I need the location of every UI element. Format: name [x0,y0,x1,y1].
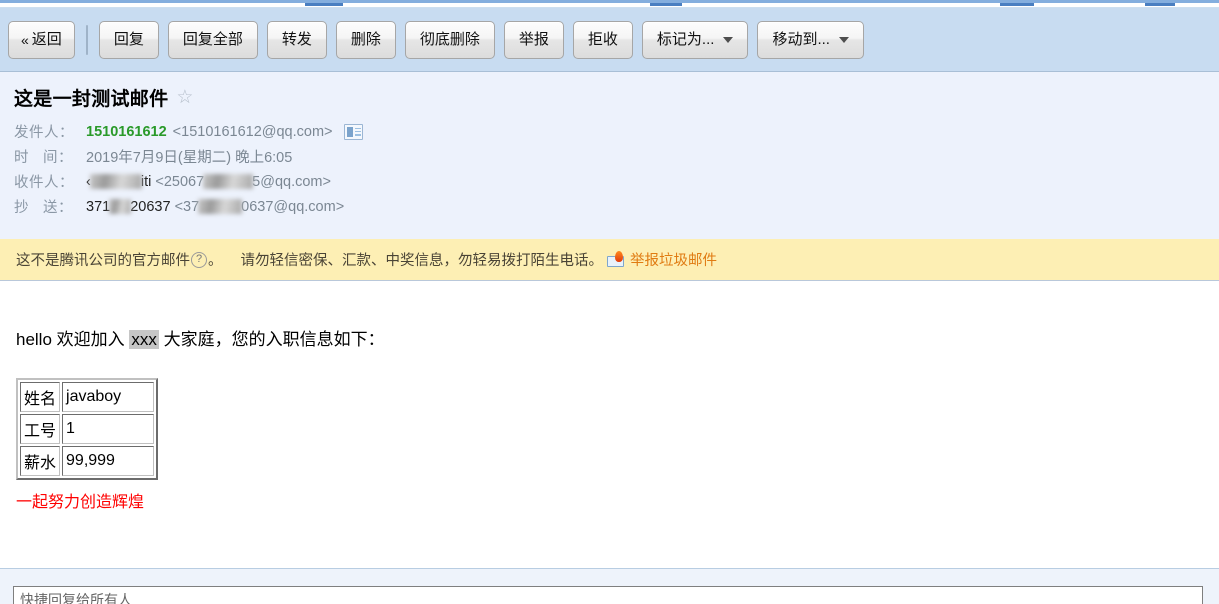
reply-button[interactable]: 回复 [98,20,159,59]
permanent-delete-button[interactable]: 彻底删除 [404,20,495,59]
cc-address: <37 0637@qq.com> [174,198,345,215]
toolbar-separator [85,24,88,55]
mail-subject: 这是一封测试邮件 [14,89,169,110]
cc-name: 371 20637 [86,198,171,215]
reply-all-button-label: 回复全部 [182,31,243,48]
redacted-block [109,199,132,215]
quick-reply-section: 快捷回复给所有人 [0,569,1219,604]
mark-as-button-label: 标记为... [656,31,715,48]
spam-report-icon [607,251,624,267]
permanent-delete-button-label: 彻底删除 [419,31,480,48]
flame-shape [615,251,623,262]
warning-text-after: 请勿轻信密保、汇款、中奖信息，勿轻易拨打陌生电话。 [240,253,604,269]
warning-text-before: 这不是腾讯公司的官方邮件 [16,253,190,269]
table-row: 工号 1 [20,414,155,445]
report-spam-link[interactable]: 举报垃圾邮件 [630,249,717,270]
table-cell-value: 1 [62,414,155,445]
greeting-line: hello 欢迎加入 xxx 大家庭，您的入职信息如下： [16,330,1219,350]
company-placeholder-highlight: xxx [129,330,159,349]
quick-reply-input[interactable]: 快捷回复给所有人 [13,586,1203,604]
to-label: 收件人： [14,175,74,191]
mark-as-dropdown-button[interactable]: 标记为... [641,20,749,59]
to-name: ‹ iti [86,173,152,190]
time-label: 时间： [14,150,73,166]
delete-button[interactable]: 删除 [335,20,396,59]
back-button-label: 返回 [31,31,62,48]
subject-row: 这是一封测试邮件 ☆ [14,84,1219,111]
mail-body: hello 欢迎加入 xxx 大家庭，您的入职信息如下： 姓名 javaboy … [0,282,1219,568]
table-cell-key: 工号 [20,414,61,445]
tab-stub [1145,3,1175,6]
to-row: 收件人： ‹ iti <25067 5@qq.com> [14,169,1219,194]
forward-button-label: 转发 [281,31,312,48]
to-address: <25067 5@qq.com> [155,173,331,190]
chevron-down-icon [723,36,734,43]
tab-stub [305,3,343,6]
contact-card-icon[interactable] [343,123,363,140]
back-button[interactable]: « 返回 [8,20,75,59]
report-button[interactable]: 举报 [503,20,564,59]
delete-button-label: 删除 [350,31,381,48]
cc-row: 抄送： 371 20637 <37 0637@qq.com> [14,194,1219,219]
time-row: 时间： 2019年7月9日(星期二) 晚上6:05 [14,144,1219,169]
chevron-down-icon [838,36,849,43]
from-name[interactable]: 1510161612 [86,124,167,140]
table-cell-value: 99,999 [62,446,155,477]
reply-button-label: 回复 [113,31,144,48]
mail-toolbar: « 返回 回复 回复全部 转发 删除 彻底删除 举报 拒收 标记为... 移动到… [0,8,1219,72]
official-mail-warning-banner: 这不是腾讯公司的官方邮件 ? 。 请勿轻信密保、汇款、中奖信息，勿轻易拨打陌生电… [0,239,1219,281]
greeting-text-b: 大家庭，您的入职信息如下： [158,330,385,349]
table-cell-key: 姓名 [20,382,61,413]
star-icon[interactable]: ☆ [176,88,193,107]
reject-button-label: 拒收 [587,31,618,48]
table-row: 薪水 99,999 [20,446,155,477]
help-question-icon[interactable]: ? [191,251,207,268]
browser-tab-strip [0,0,1219,7]
time-value: 2019年7月9日(星期二) 晚上6:05 [86,150,293,166]
forward-button[interactable]: 转发 [266,20,327,59]
warning-text-mid: 。 [208,253,223,269]
redacted-block [89,174,142,190]
tab-stub [650,3,682,6]
back-chevron-icon: « [21,31,29,48]
cc-label: 抄送： [14,200,73,216]
redacted-block [198,199,243,215]
table-cell-key: 薪水 [20,446,61,477]
reply-all-button[interactable]: 回复全部 [167,20,258,59]
report-button-label: 举报 [518,31,549,48]
onboarding-info-table: 姓名 javaboy 工号 1 薪水 99,999 [16,378,159,481]
slogan-text: 一起努力创造辉煌 [16,494,145,512]
greeting-text-a: hello 欢迎加入 [16,330,130,349]
from-row: 发件人： 1510161612 <1510161612@qq.com> [14,119,1219,144]
move-to-dropdown-button[interactable]: 移动到... [757,20,864,59]
from-address: <1510161612@qq.com> [172,123,333,140]
from-label: 发件人： [14,125,74,141]
tab-stub [1000,3,1034,6]
move-to-button-label: 移动到... [772,31,830,48]
redacted-block [203,174,254,190]
table-cell-value: javaboy [62,382,155,413]
table-row: 姓名 javaboy [20,382,155,413]
reject-button[interactable]: 拒收 [572,20,633,59]
mail-header: 这是一封测试邮件 ☆ 发件人： 1510161612 <1510161612@q… [0,72,1219,239]
